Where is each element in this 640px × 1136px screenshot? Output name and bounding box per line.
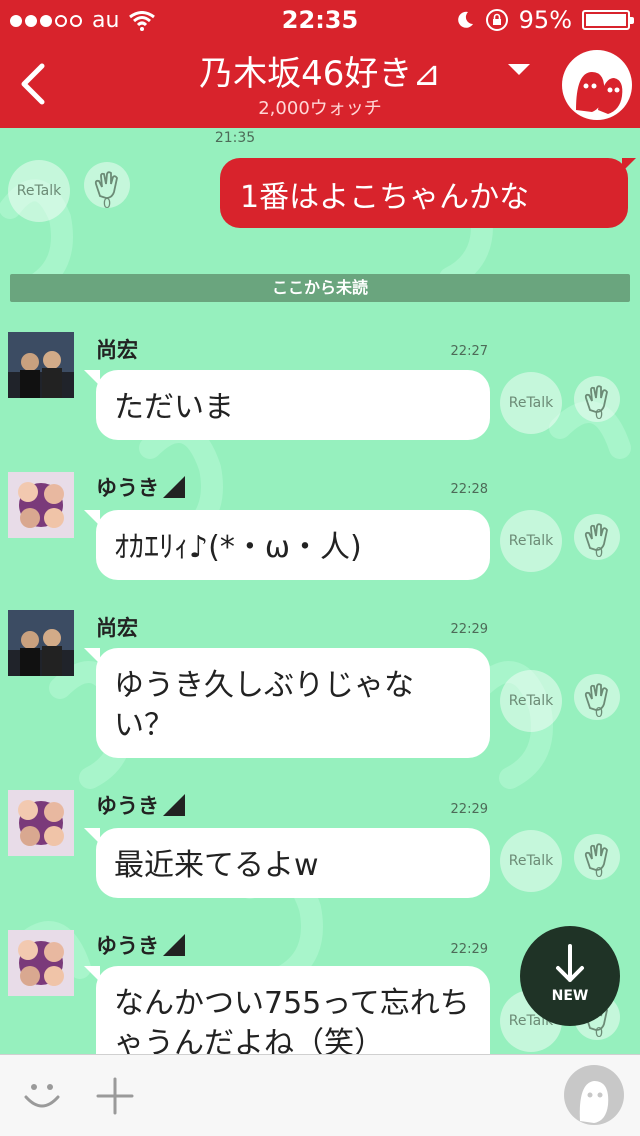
avatar[interactable] xyxy=(8,790,74,856)
message-time: 22:29 xyxy=(450,802,488,817)
ghost-icon xyxy=(576,72,623,114)
clap-count: 0 xyxy=(102,197,112,212)
unread-divider: ここから未読 xyxy=(10,274,630,302)
arrow-down-icon xyxy=(556,944,584,982)
clap-icon xyxy=(94,171,118,199)
battery-percent: 95% xyxy=(518,6,572,34)
room-avatar[interactable] xyxy=(562,50,632,120)
rotation-lock-icon xyxy=(485,9,508,31)
sender-name: 尚宏 xyxy=(96,612,138,642)
sender-name: 尚宏 xyxy=(96,334,138,364)
sender-name-text: ゆうき xyxy=(96,476,159,500)
message-bubble[interactable]: ただいま xyxy=(84,370,490,440)
outgoing-message-bubble[interactable]: 1番はよこちゃんかな xyxy=(220,158,636,228)
avatar[interactable] xyxy=(8,930,74,996)
avatar[interactable] xyxy=(8,610,74,676)
input-bar xyxy=(0,1054,640,1136)
avatar[interactable] xyxy=(8,472,74,538)
moon-icon xyxy=(457,11,473,28)
message-time: 22:29 xyxy=(450,622,488,637)
triangle-icon xyxy=(163,476,185,498)
background-pattern xyxy=(0,161,631,989)
retalk-button[interactable]: ReTalk xyxy=(500,830,562,892)
user-avatar-icon[interactable] xyxy=(564,1065,624,1125)
battery-icon xyxy=(582,10,634,30)
clap-count: 0 xyxy=(594,408,604,423)
clap-count: 0 xyxy=(594,1026,604,1041)
message-time: 22:29 xyxy=(450,942,488,957)
message-time: 22:27 xyxy=(450,344,488,359)
new-messages-button[interactable]: NEW xyxy=(520,926,620,1026)
message-bubble[interactable]: なんかつい755って忘れちゃうんだよね（笑） xyxy=(84,966,490,1054)
sender-name: ゆうき xyxy=(96,930,185,960)
retalk-button[interactable]: ReTalk xyxy=(500,372,562,434)
plus-icon[interactable] xyxy=(96,1077,134,1115)
retalk-button[interactable]: ReTalk xyxy=(500,510,562,572)
new-label: NEW xyxy=(551,988,589,1004)
page-title[interactable]: 乃木坂46好き⊿ xyxy=(0,46,640,95)
message-time: 22:28 xyxy=(450,482,488,497)
retalk-button[interactable]: ReTalk xyxy=(8,160,70,222)
retalk-button[interactable]: ReTalk xyxy=(500,670,562,732)
avatar[interactable] xyxy=(8,332,74,398)
message-bubble[interactable]: ｵｶｴﾘｨ♪(*・ω・人) xyxy=(84,510,490,580)
status-bar: au 22:35 95% xyxy=(0,0,640,40)
message-bubble[interactable]: ゆうき久しぶりじゃない？ xyxy=(84,648,490,758)
clap-count: 0 xyxy=(594,866,604,881)
sender-name: ゆうき xyxy=(96,790,185,820)
chat-header: 乃木坂46好き⊿ 2,000ウォッチ xyxy=(0,40,640,128)
message-timestamp: 21:35 xyxy=(214,130,256,146)
sender-name-text: ゆうき xyxy=(96,794,159,818)
sender-name-text: 尚宏 xyxy=(96,616,138,640)
smiley-icon[interactable] xyxy=(20,1073,64,1117)
triangle-icon xyxy=(163,794,185,816)
watch-count: 2,000ウォッチ xyxy=(258,98,382,119)
sender-name-text: ゆうき xyxy=(96,934,159,958)
triangle-icon xyxy=(163,934,185,956)
chat-area[interactable]: 21:35 ReTalk 0 1番はよこちゃんかな ここから未読 尚宏 22:2… xyxy=(0,128,640,1054)
message-bubble[interactable]: 最近来てるよw xyxy=(84,828,490,898)
sender-name: ゆうき xyxy=(96,472,185,502)
clap-count: 0 xyxy=(594,546,604,561)
sender-name-text: 尚宏 xyxy=(96,338,138,362)
caret-down-icon[interactable] xyxy=(508,64,530,75)
clap-count: 0 xyxy=(594,706,604,721)
